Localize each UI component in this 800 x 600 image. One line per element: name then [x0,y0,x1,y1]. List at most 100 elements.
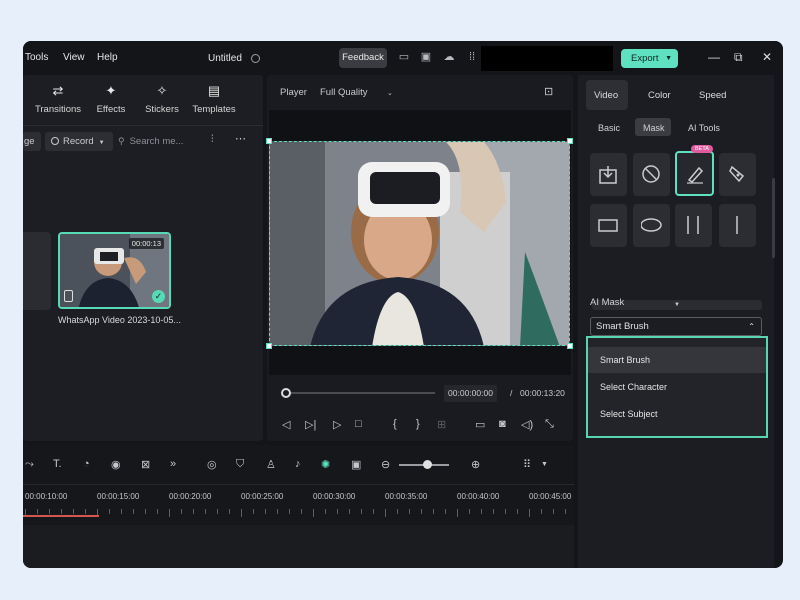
ruler-tick [337,509,338,514]
stop-icon[interactable]: □ [355,418,362,430]
filter-icon[interactable]: ⫶ [211,134,214,145]
menu-view[interactable]: View [63,52,85,63]
media-thumbnail-partial[interactable] [23,232,51,310]
player-label: Player [280,87,307,98]
chevron-down-icon: ▼ [98,140,105,146]
zoom-in-icon[interactable]: ⊕ [471,458,480,471]
templates-button[interactable]: ▤ Templates [189,83,239,115]
quality-select[interactable]: Full Quality [320,87,368,98]
mask-single-line-tile[interactable] [719,204,756,247]
subtab-ai-tools[interactable]: AI Tools [688,123,720,133]
mark-in-icon[interactable]: { [393,418,397,430]
ruler-tick [481,509,482,514]
track-area[interactable] [23,525,574,568]
play-icon[interactable]: ▷ [333,418,341,431]
subtab-mask[interactable]: Mask [643,123,665,133]
fullscreen-icon[interactable]: ⤡ [545,418,554,431]
subtab-basic[interactable]: Basic [598,123,620,133]
more-tools-icon[interactable]: » [170,458,176,470]
render-icon[interactable]: ◎ [207,458,217,471]
mask-ellipse-tile[interactable] [633,204,670,247]
grid-view-icon[interactable]: ⠿ [523,458,531,471]
download-icon [599,166,617,184]
ai-icon[interactable]: ✺ [321,458,330,471]
progress-track[interactable] [285,392,435,394]
ruler-tick [193,509,194,514]
mask-pen-tile[interactable] [719,153,756,196]
caption-icon[interactable]: ▣ [351,458,361,471]
media-thumbnail[interactable]: 00:00:13 ✓ [58,232,171,309]
project-title: Untitled [208,53,242,64]
import-chip[interactable]: ge [23,132,41,151]
total-time: 00:00:13:20 [520,388,565,398]
grid-icon[interactable]: ⁞⁞ [466,51,478,63]
ruler-tick [457,509,458,517]
chevron-down-icon[interactable]: ▼ [541,461,548,468]
music-icon[interactable]: ♪ [295,458,301,470]
monitor-icon[interactable]: ▭ [475,418,485,431]
close-button[interactable]: ✕ [762,50,772,64]
ruler-tick [409,509,410,514]
transitions-label: Transitions [34,104,82,115]
ruler-tick [385,509,386,517]
option-smart-brush[interactable]: Smart Brush [588,347,766,373]
mask-import-tile[interactable] [590,153,627,196]
video-preview[interactable] [269,141,570,346]
search-input[interactable]: ⚲ Search me... [118,132,203,151]
tab-speed[interactable]: Speed [699,90,726,101]
feedback-button[interactable]: Feedback [339,48,387,68]
inspector-scrollbar[interactable] [772,178,775,258]
speed-icon[interactable]: ◔ [83,458,90,470]
layout-icon[interactable]: ▭ [398,51,410,63]
mask-rectangle-tile[interactable] [590,204,627,247]
keyframe-icon[interactable]: ⤳ [25,458,34,471]
shield-icon[interactable]: ⛉ [236,458,244,471]
prev-frame-icon[interactable]: ◁ [282,418,290,431]
mask-double-line-tile[interactable] [675,204,712,247]
resize-handle[interactable] [567,343,573,349]
transitions-button[interactable]: ⇄ Transitions [33,83,83,115]
step-play-icon[interactable]: ▷| [305,418,316,431]
export-button[interactable]: Export ▼ [621,49,678,68]
split-icon[interactable]: ⊞ [437,418,446,431]
effects-button[interactable]: ✦ Effects [86,83,136,115]
microphone-icon[interactable]: ♙ [266,458,276,471]
zoom-slider-handle[interactable] [423,460,432,469]
resize-handle[interactable] [266,343,272,349]
volume-icon[interactable]: ◁) [521,418,533,431]
progress-handle[interactable] [281,388,291,398]
mask-none-tile[interactable] [633,153,670,196]
tab-video[interactable]: Video [594,90,618,101]
ruler-tick [85,509,86,514]
restore-button[interactable]: ⧉ [734,50,743,65]
menu-help[interactable]: Help [97,52,118,63]
tick-label: 00:00:40:00 [457,492,500,501]
option-select-character[interactable]: Select Character [588,374,766,400]
record-button[interactable]: Record ▼ [45,132,113,151]
chevron-up-icon: ⌃ [748,322,755,331]
ai-mask-select[interactable]: Smart Brush ⌃ [590,317,762,336]
menu-tools[interactable]: Tools [25,52,48,63]
stickers-button[interactable]: ✧ Stickers [137,83,187,115]
color-icon[interactable]: ◉ [111,458,121,471]
cloud-icon[interactable]: ☁ [443,51,455,63]
crop-icon[interactable]: ⊠ [141,458,150,471]
text-icon[interactable]: T. [53,458,62,470]
current-time[interactable]: 00:00:00:00 [444,385,497,402]
tab-color[interactable]: Color [648,90,671,101]
resize-handle[interactable] [567,138,573,144]
snapshot-icon[interactable]: ⊡ [544,85,553,98]
chevron-down-icon[interactable]: ⌄ [387,89,393,97]
option-select-subject[interactable]: Select Subject [588,401,766,427]
ai-mask-label: AI Mask [590,297,625,308]
more-icon[interactable]: ⋯ [235,132,246,145]
zoom-out-icon[interactable]: ⊖ [381,458,390,471]
minimize-button[interactable]: — [708,50,720,64]
mark-out-icon[interactable]: } [416,418,420,430]
resize-handle[interactable] [266,138,272,144]
mask-brush-tile[interactable] [675,151,714,196]
ruler-tick [121,509,122,514]
ruler-tick [325,509,326,514]
save-icon[interactable]: ▣ [420,51,432,63]
camera-icon[interactable]: ◙ [499,418,506,430]
